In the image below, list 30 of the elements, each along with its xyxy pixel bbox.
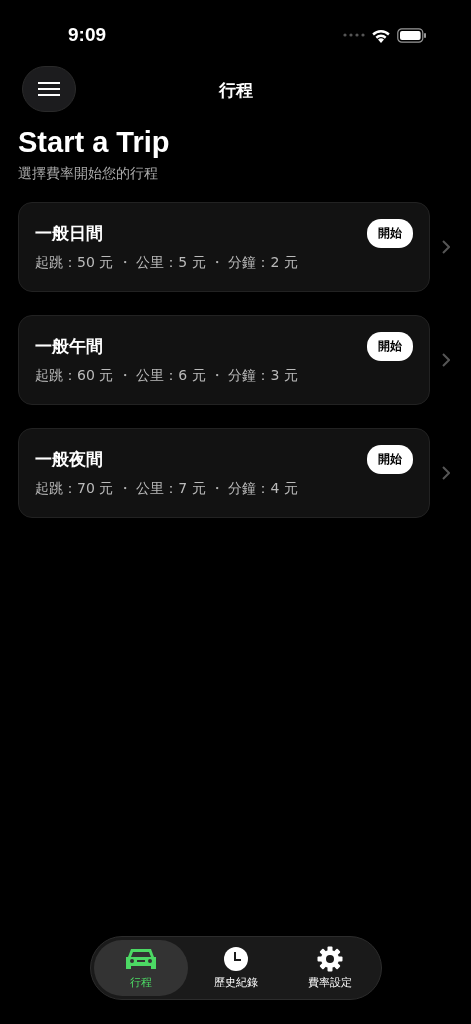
page-title: 行程	[218, 78, 253, 102]
tab[interactable]: 費率設定	[282, 940, 378, 996]
wifi-icon	[371, 27, 391, 43]
rate-card[interactable]: 一般午間 開始 起跳：60 元 ・ 公里：6 元 ・ 分鐘：3 元	[18, 315, 430, 405]
chevron-right-icon	[442, 466, 450, 480]
clock-icon	[222, 946, 249, 972]
start-button[interactable]: 開始	[367, 445, 413, 474]
battery-icon	[397, 27, 427, 43]
start-button[interactable]: 開始	[367, 332, 413, 361]
rate-details: 起跳：60 元 ・ 公里：6 元 ・ 分鐘：3 元	[35, 367, 299, 385]
rate-name: 一般午間	[35, 335, 103, 358]
chevron-right-icon	[442, 353, 450, 367]
heading: Start a Trip	[18, 126, 171, 159]
rate-name: 一般日間	[35, 222, 103, 245]
tab[interactable]: 行程	[93, 940, 189, 996]
rate-card[interactable]: 一般日間 開始 起跳：50 元 ・ 公里：5 元 ・ 分鐘：2 元	[18, 202, 430, 292]
menu-button[interactable]	[22, 66, 76, 112]
rate-details: 起跳：50 元 ・ 公里：5 元 ・ 分鐘：2 元	[35, 254, 299, 272]
start-button[interactable]: 開始	[367, 219, 413, 248]
settings-icon	[317, 946, 344, 972]
chevron-right-icon	[442, 240, 450, 254]
tab[interactable]: 歷史紀錄	[188, 940, 283, 996]
rate-card[interactable]: 一般夜間 開始 起跳：70 元 ・ 公里：7 元 ・ 分鐘：4 元	[18, 428, 430, 518]
status-time: 9:09	[68, 24, 107, 46]
menu-icon	[37, 81, 61, 97]
rate-details: 起跳：70 元 ・ 公里：7 元 ・ 分鐘：4 元	[35, 480, 299, 498]
rate-name: 一般夜間	[35, 448, 103, 471]
signal-icon	[343, 33, 365, 37]
car-icon	[124, 946, 157, 972]
subtitle: 選擇費率開始您的行程	[18, 165, 159, 183]
